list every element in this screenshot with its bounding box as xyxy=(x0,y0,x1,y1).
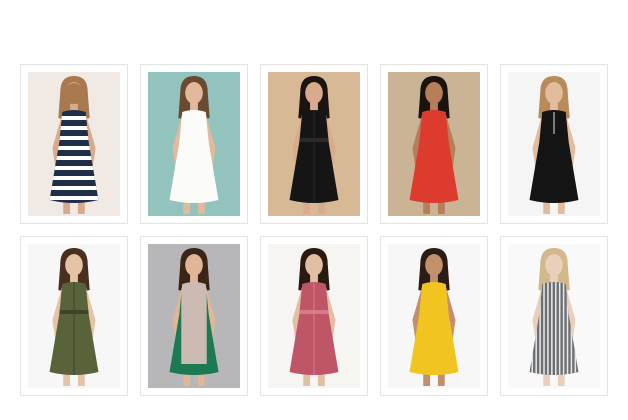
product-image[interactable] xyxy=(148,72,240,216)
product-card[interactable] xyxy=(380,236,488,396)
product-card[interactable] xyxy=(380,64,488,224)
product-image[interactable] xyxy=(508,72,600,216)
product-image[interactable] xyxy=(28,72,120,216)
product-card[interactable] xyxy=(20,236,128,396)
product-card[interactable] xyxy=(500,64,608,224)
product-card[interactable] xyxy=(500,236,608,396)
product-card[interactable] xyxy=(20,64,128,224)
product-image[interactable] xyxy=(148,244,240,388)
product-card[interactable] xyxy=(260,64,368,224)
product-image[interactable] xyxy=(268,244,360,388)
product-grid xyxy=(20,64,608,396)
product-card[interactable] xyxy=(140,236,248,396)
product-image[interactable] xyxy=(508,244,600,388)
product-card[interactable] xyxy=(260,236,368,396)
product-image[interactable] xyxy=(388,72,480,216)
product-image[interactable] xyxy=(268,72,360,216)
product-card[interactable] xyxy=(140,64,248,224)
product-image[interactable] xyxy=(28,244,120,388)
product-image[interactable] xyxy=(388,244,480,388)
